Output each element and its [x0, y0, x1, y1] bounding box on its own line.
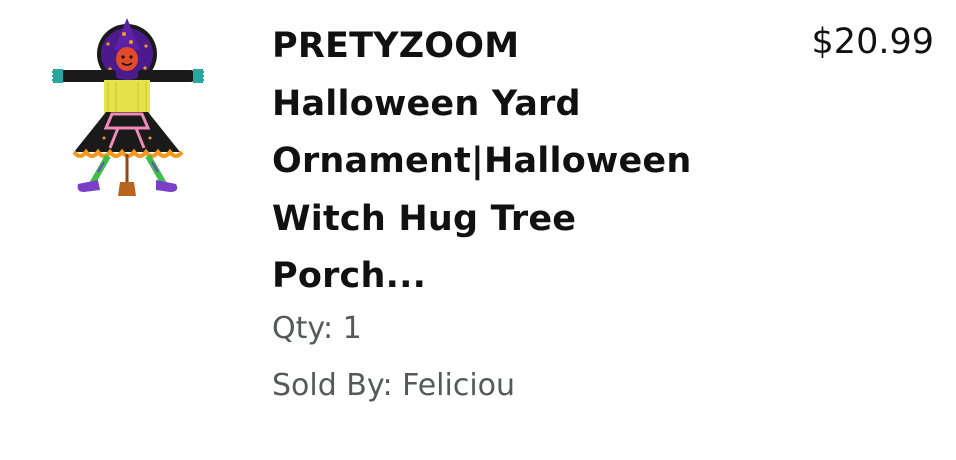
title-line: Ornament|Halloween	[272, 141, 692, 181]
cart-item-card: PRETYZOOM Halloween Yard Ornament|Hallow…	[0, 0, 956, 460]
title-line: PRETYZOOM	[272, 26, 520, 66]
title-line: Porch...	[272, 256, 427, 296]
witch-ornament-image	[52, 18, 204, 196]
product-title-link[interactable]: PRETYZOOM Halloween Yard Ornament|Hallow…	[272, 18, 742, 306]
item-price: $20.99	[811, 22, 934, 62]
sold-by-label: Sold By: Feliciou	[272, 368, 516, 403]
title-line: Witch Hug Tree	[272, 198, 577, 239]
product-image[interactable]	[48, 14, 208, 204]
title-line: Halloween Yard	[272, 83, 581, 124]
quantity-label: Qty: 1	[272, 311, 362, 346]
